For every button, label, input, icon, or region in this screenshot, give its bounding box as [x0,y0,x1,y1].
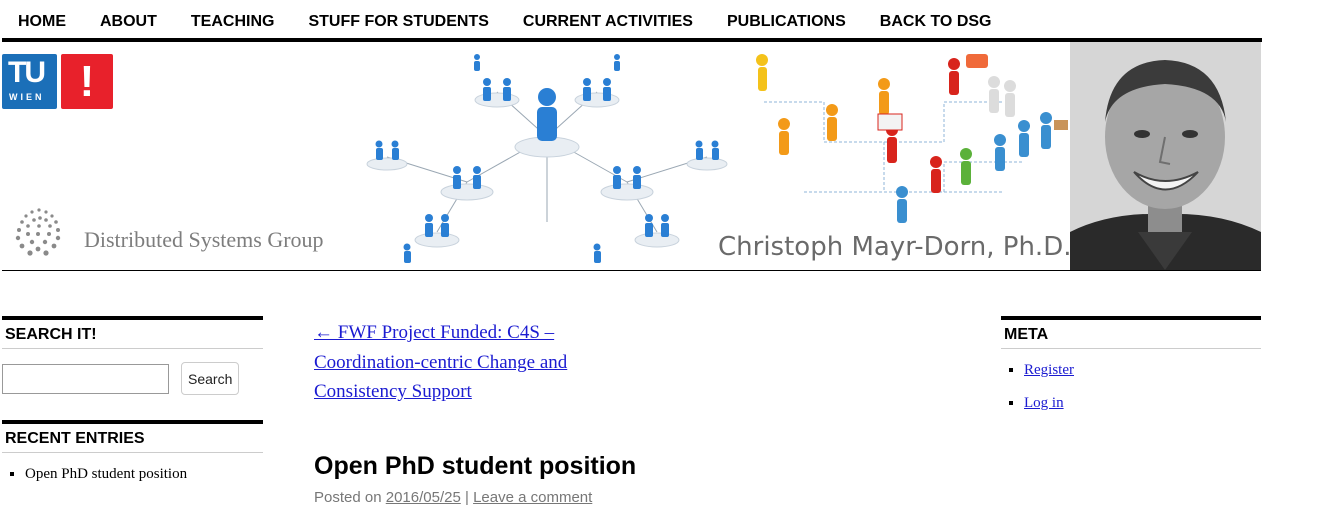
person-name-text: Christoph Mayr-Dorn, Ph.D. [718,232,1072,262]
nav-teaching[interactable]: TEACHING [174,0,292,30]
posted-on-label: Posted on [314,488,382,506]
post-meta: Posted on 2016/05/25 | Leave a comment [314,489,974,506]
previous-post-link[interactable]: ← FWF Project Funded: C4S – Coordination… [314,318,594,407]
recent-entry-item[interactable]: Open PhD student position [25,465,263,483]
recent-entries-list: Open PhD student position [2,465,263,483]
exclamation-logo: ! [61,54,113,109]
nav-back-to-dsg[interactable]: BACK TO DSG [863,0,1009,30]
nav-home[interactable]: HOME [2,0,83,30]
main-content: ← FWF Project Funded: C4S – Coordination… [314,318,974,506]
nav-stuff-for-students[interactable]: STUFF FOR STUDENTS [291,0,505,30]
search-button[interactable]: Search [181,362,240,395]
login-link[interactable]: Log in [1024,395,1064,411]
search-form: Search [2,362,263,395]
meta-list: Register Log in [1001,361,1261,412]
post-date-link[interactable]: 2016/05/25 [386,489,461,506]
network-people-illustration [366,54,728,263]
search-widget-title: SEARCH IT! [2,316,263,349]
register-link[interactable]: Register [1024,362,1074,378]
post-title[interactable]: Open PhD student position [314,451,974,481]
right-sidebar-meta: META Register Log in [1001,316,1261,427]
meta-item-login: Log in [1024,394,1261,412]
portrait-photo [1070,42,1261,270]
header-banner[interactable]: TU WIEN ! Distributed Systems Group Chri… [2,42,1261,271]
meta-widget-title: META [1001,316,1261,349]
dsg-dots-logo [15,208,61,256]
tu-wien-logo: TU WIEN [2,54,57,109]
top-navigation: HOME ABOUT TEACHING STUFF FOR STUDENTS C… [2,0,1262,42]
nav-publications[interactable]: PUBLICATIONS [710,0,863,30]
tu-logo-text: TU [8,56,46,89]
search-input[interactable] [2,363,169,394]
left-sidebar: SEARCH IT! Search RECENT ENTRIES Open Ph… [2,316,263,483]
nav-about[interactable]: ABOUT [83,0,174,30]
meta-item-register: Register [1024,361,1261,379]
meta-separator: | [464,488,469,506]
group-name-text: Distributed Systems Group [84,227,324,252]
workflow-illustration [756,54,1068,223]
tu-logo-subtext: WIEN [9,92,45,102]
recent-entries-widget: RECENT ENTRIES Open PhD student position [2,420,263,483]
recent-entries-title: RECENT ENTRIES [2,420,263,453]
nav-current-activities[interactable]: CURRENT ACTIVITIES [506,0,710,30]
leave-comment-link[interactable]: Leave a comment [473,489,592,506]
